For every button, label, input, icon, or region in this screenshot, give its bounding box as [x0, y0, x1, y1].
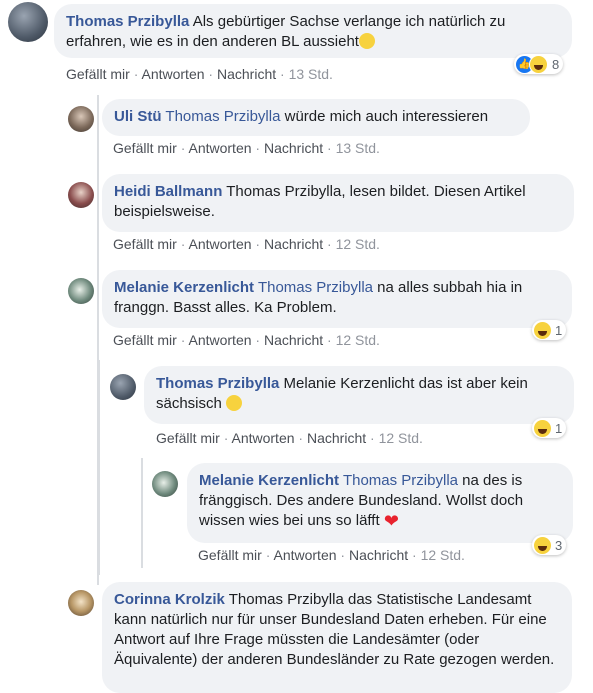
- timestamp[interactable]: 13 Std.: [289, 66, 333, 82]
- avatar[interactable]: [110, 374, 136, 400]
- haha-reaction-icon: [534, 536, 551, 554]
- thread-line: [141, 458, 143, 568]
- reply-link[interactable]: Antworten: [273, 547, 336, 563]
- mention[interactable]: Thomas Przibylla: [226, 183, 341, 200]
- haha-reaction-icon: [534, 419, 551, 437]
- like-link[interactable]: Gefällt mir: [113, 140, 177, 156]
- timestamp[interactable]: 12 Std.: [336, 332, 380, 348]
- reply-link[interactable]: Antworten: [188, 236, 251, 252]
- avatar[interactable]: [68, 182, 94, 208]
- thread-line: [98, 360, 100, 575]
- haha-reaction-icon: [534, 321, 551, 339]
- comment-bubble: Thomas Przibylla Als gebürtiger Sachse v…: [54, 4, 572, 58]
- comment-bubble: Heidi Ballmann Thomas Przibylla, lesen b…: [102, 174, 574, 232]
- comment-actions: Gefällt mir · Antworten · Nachricht · 12…: [156, 430, 423, 446]
- message-link[interactable]: Nachricht: [349, 547, 408, 563]
- comment-actions: Gefällt mir · Antworten · Nachricht · 13…: [113, 140, 380, 156]
- timestamp[interactable]: 13 Std.: [336, 140, 380, 156]
- comment-author[interactable]: Melanie Kerzenlicht: [114, 279, 254, 296]
- comment-bubble: Melanie Kerzenlicht Thomas Przibylla na …: [187, 463, 573, 543]
- comment-actions: Gefällt mir · Antworten · Nachricht · 12…: [198, 547, 465, 563]
- comment-bubble: Melanie Kerzenlicht Thomas Przibylla na …: [102, 270, 572, 328]
- reaction-summary[interactable]: 1: [532, 418, 567, 438]
- comment-author[interactable]: Thomas Przibylla: [156, 375, 279, 392]
- like-link[interactable]: Gefällt mir: [113, 236, 177, 252]
- reaction-summary[interactable]: 👍 8: [514, 54, 564, 74]
- message-link[interactable]: Nachricht: [217, 66, 276, 82]
- flushed-face-icon: [226, 395, 243, 411]
- message-link[interactable]: Nachricht: [307, 430, 366, 446]
- timestamp[interactable]: 12 Std.: [421, 547, 465, 563]
- reaction-summary[interactable]: 3: [532, 535, 567, 555]
- like-link[interactable]: Gefällt mir: [113, 332, 177, 348]
- message-link[interactable]: Nachricht: [264, 236, 323, 252]
- avatar[interactable]: [68, 106, 94, 132]
- mention[interactable]: Thomas Przibylla: [258, 279, 373, 296]
- avatar[interactable]: [152, 471, 178, 497]
- comment-actions: Gefällt mir · Antworten · Nachricht · 12…: [113, 332, 380, 348]
- comment-author[interactable]: Uli Stü: [114, 108, 162, 125]
- comment-bubble: Corinna Krolzik Thomas Przibylla das Sta…: [102, 582, 572, 693]
- avatar[interactable]: [68, 278, 94, 304]
- mention[interactable]: Thomas Przibylla: [165, 108, 280, 125]
- comment-actions: Gefällt mir · Antworten · Nachricht · 12…: [113, 236, 380, 252]
- comment-bubble: Uli Stü Thomas Przibylla würde mich auch…: [102, 99, 530, 136]
- reply-link[interactable]: Antworten: [141, 66, 204, 82]
- reaction-count: 1: [555, 322, 563, 338]
- like-link[interactable]: Gefällt mir: [198, 547, 262, 563]
- heart-icon: ❤: [383, 511, 399, 531]
- haha-reaction-icon: [529, 54, 548, 74]
- comment-actions: Gefällt mir · Antworten · Nachricht · 13…: [66, 66, 333, 82]
- reaction-summary[interactable]: 1: [532, 320, 567, 340]
- like-link[interactable]: Gefällt mir: [156, 430, 220, 446]
- timestamp[interactable]: 12 Std.: [336, 236, 380, 252]
- comment-author[interactable]: Melanie Kerzenlicht: [199, 472, 339, 489]
- reply-link[interactable]: Antworten: [188, 140, 251, 156]
- like-link[interactable]: Gefällt mir: [66, 66, 130, 82]
- mention[interactable]: Thomas Przibylla: [343, 472, 458, 489]
- comment-author[interactable]: Corinna Krolzik: [114, 591, 225, 608]
- comment-bubble: Thomas Przibylla Melanie Kerzenlicht das…: [144, 366, 574, 424]
- message-link[interactable]: Nachricht: [264, 332, 323, 348]
- comment-author[interactable]: Thomas Przibylla: [66, 13, 189, 30]
- reply-link[interactable]: Antworten: [231, 430, 294, 446]
- mention[interactable]: Melanie Kerzenlicht: [284, 375, 415, 392]
- timestamp[interactable]: 12 Std.: [379, 430, 423, 446]
- reaction-count: 8: [552, 56, 560, 72]
- comment-author[interactable]: Heidi Ballmann: [114, 183, 222, 200]
- reaction-count: 1: [555, 420, 563, 436]
- reply-link[interactable]: Antworten: [188, 332, 251, 348]
- thinking-face-icon: [358, 33, 375, 49]
- reaction-count: 3: [555, 537, 563, 553]
- comment-text: würde mich auch interessieren: [284, 108, 489, 125]
- mention[interactable]: Thomas Przibylla: [229, 591, 344, 608]
- avatar[interactable]: [68, 590, 94, 616]
- avatar[interactable]: [8, 2, 48, 42]
- message-link[interactable]: Nachricht: [264, 140, 323, 156]
